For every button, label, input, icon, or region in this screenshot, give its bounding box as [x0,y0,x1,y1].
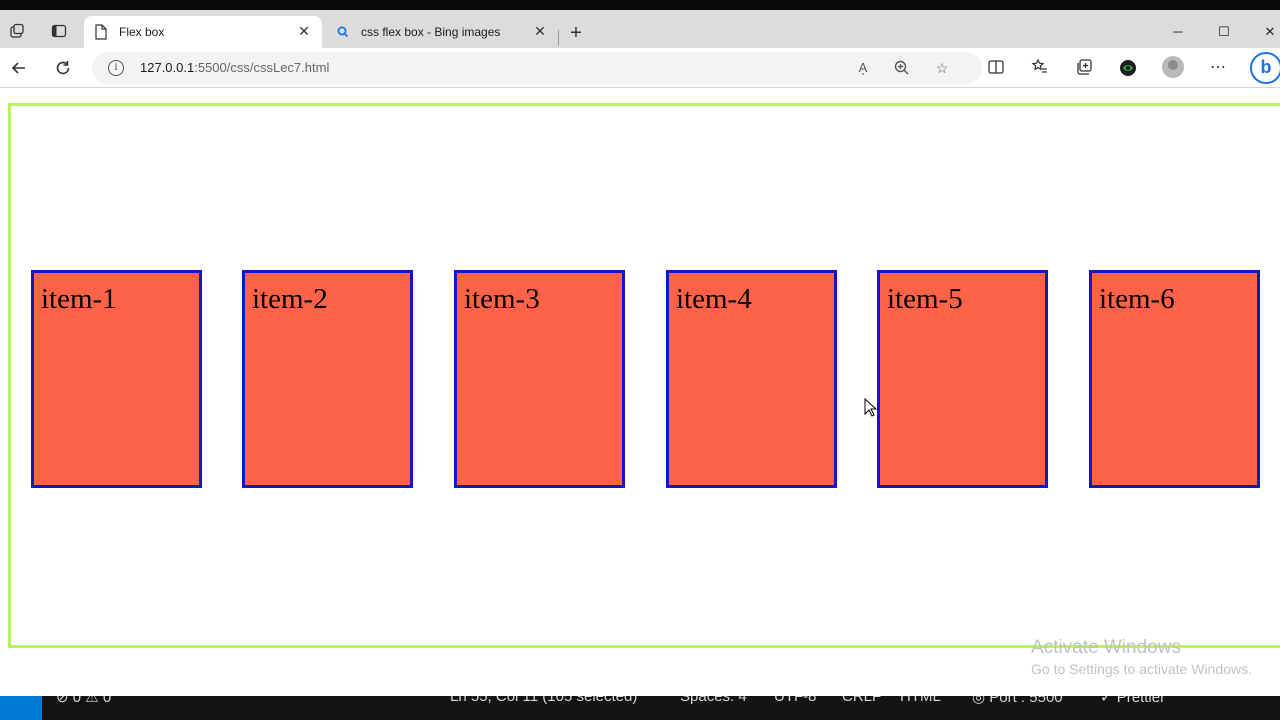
editor-status-bar: ⊘ 0 ⚠ 0 Ln 55, Col 11 (105 selected) Spa… [0,696,1280,720]
more-menu-icon[interactable]: ⋯ [1208,58,1228,78]
tab-bar: Flex box ✕ css flex box - Bing images ✕ … [0,10,1280,48]
encoding-indicator[interactable]: UTF-8 [774,696,817,705]
tab-title: css flex box - Bing images [361,25,501,39]
tab-title: Flex box [119,25,165,39]
mouse-pointer-icon [864,397,878,418]
flex-item-3: item-3 [454,270,625,488]
address-bar[interactable]: i 127.0.0.1:5500/css/cssLec7.html A̦ ☆ [92,52,982,84]
tab-actions-icon[interactable] [51,23,67,39]
cursor-position[interactable]: Ln 55, Col 11 (105 selected) [450,696,637,705]
maximize-icon[interactable]: ☐ [1212,22,1236,42]
indentation-indicator[interactable]: Spaces: 4 [680,696,747,705]
page-icon [94,24,108,40]
favorite-star-icon[interactable]: ☆ [933,59,951,77]
search-icon [336,24,350,40]
flex-item-4: item-4 [666,270,837,488]
live-server-port[interactable]: ◎ Port : 5500 [972,696,1063,706]
browser-toolbar: i 127.0.0.1:5500/css/cssLec7.html A̦ ☆ ⋯… [0,48,1280,88]
site-info-icon[interactable]: i [108,60,124,76]
profile-avatar[interactable] [1162,56,1184,78]
remote-indicator[interactable] [0,696,42,720]
item-label: item-6 [1099,283,1175,315]
page-viewport: item-1 item-2 item-3 item-4 item-5 item-… [0,89,1280,696]
favorites-icon[interactable] [1030,58,1050,78]
read-aloud-icon[interactable]: A̦ [854,59,872,77]
eol-indicator[interactable]: CRLF [842,696,881,705]
minimize-icon[interactable]: ─ [1166,22,1190,42]
item-label: item-2 [252,283,328,315]
refresh-icon[interactable] [53,58,73,78]
bing-chat-icon[interactable]: b [1250,52,1280,84]
split-screen-icon[interactable] [986,58,1006,78]
zoom-icon[interactable] [893,59,911,77]
tab-bing-images[interactable]: css flex box - Bing images ✕ [326,16,558,48]
prettier-indicator[interactable]: ✓ Prettier [1100,696,1165,706]
close-window-icon[interactable]: ✕ [1258,22,1280,42]
flex-container: item-1 item-2 item-3 item-4 item-5 item-… [8,103,1280,648]
flex-item-1: item-1 [31,270,202,488]
watermark-title: Activate Windows [1031,637,1181,658]
flex-item-2: item-2 [242,270,413,488]
flex-item-5: item-5 [877,270,1048,488]
tab-separator [558,30,559,46]
back-icon[interactable] [9,58,29,78]
close-tab-icon[interactable]: ✕ [532,23,548,39]
url-text[interactable]: 127.0.0.1:5500/css/cssLec7.html [140,60,329,75]
watermark-subtitle: Go to Settings to activate Windows. [1031,661,1252,677]
problems-indicator[interactable]: ⊘ 0 ⚠ 0 [56,696,111,706]
activate-windows-watermark: Activate Windows Go to Settings to activ… [1031,637,1252,677]
window-top-strip [0,0,1280,10]
item-label: item-4 [676,283,752,315]
item-label: item-5 [887,283,963,315]
close-tab-icon[interactable]: ✕ [296,23,312,39]
workspaces-icon[interactable] [9,23,25,39]
flex-item-6: item-6 [1089,270,1260,488]
item-label: item-3 [464,283,540,315]
item-label: item-1 [41,283,117,315]
extension-icon[interactable] [1118,58,1138,78]
language-mode[interactable]: HTML [900,696,941,705]
new-tab-icon[interactable]: + [566,23,586,44]
tab-flex-box[interactable]: Flex box ✕ [84,16,322,48]
collections-icon[interactable] [1074,58,1094,78]
